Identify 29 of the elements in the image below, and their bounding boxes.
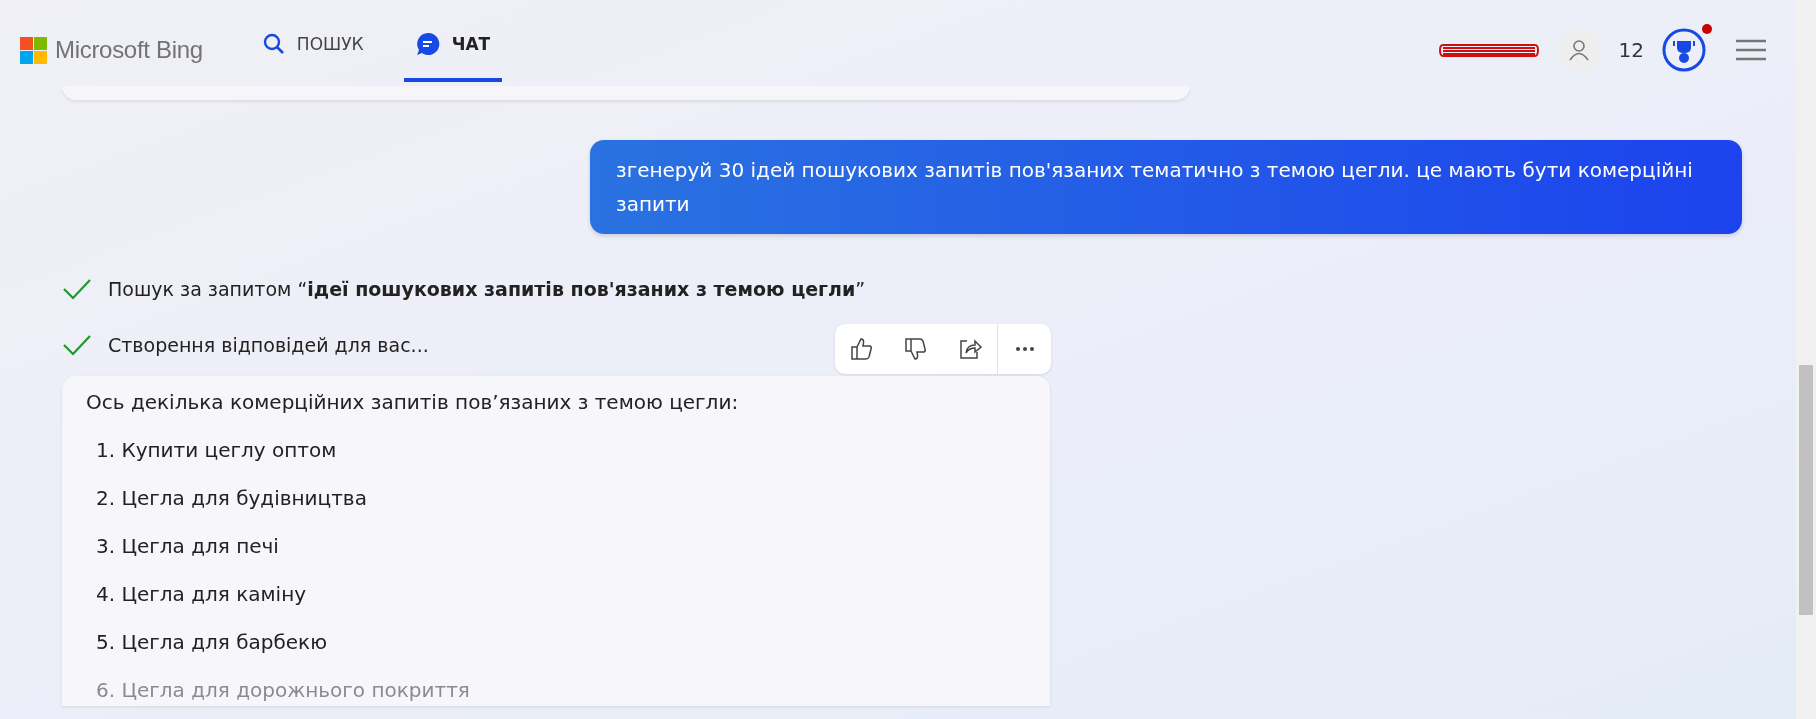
thumbs-up-icon (850, 337, 874, 361)
scrollbar-thumb[interactable] (1799, 365, 1813, 615)
profile-button[interactable] (1556, 28, 1601, 72)
thumbs-down-icon (904, 337, 928, 361)
logo-text[interactable]: Microsoft Bing (55, 36, 203, 64)
nav-tab[interactable]: ЧАТ (403, 0, 503, 82)
checkmark-icon (62, 334, 92, 356)
more-icon (1014, 346, 1035, 352)
progress-text: Пошук за запитом “ідеї пошукових запитів пов'язаних з темою цегли” (108, 278, 866, 300)
list-item: 6. Цегла для дорожнього покриття (96, 678, 471, 702)
list-item: 1. Купити цеглу оптом (96, 438, 338, 462)
trophy-icon[interactable] (1662, 28, 1706, 72)
user-message: згенеруй 30 ідей пошукових запитів пов'язаних тематично з темою цегли. це мають бути комерційні запити (590, 140, 1742, 234)
answer-intro: Ось декілька комерційних запитів пов’язаних з темою цегли: (86, 390, 740, 414)
list-item: 2. Цегла для будівництва (96, 486, 368, 510)
chat-icon (415, 32, 440, 56)
list-item: 5. Цегла для барбекю (96, 630, 328, 654)
list-item: 3. Цегла для печі (96, 534, 280, 558)
points-count: 12 (1618, 38, 1644, 62)
search-icon (262, 33, 285, 55)
logo-icon (20, 36, 47, 64)
nav-tab[interactable]: ПОШУК (250, 0, 376, 82)
user-icon (1568, 39, 1589, 61)
share-icon (958, 337, 982, 361)
list-item: 4. Цегла для каміну (96, 582, 308, 606)
scrollbar[interactable] (1796, 0, 1816, 719)
progress-text: Створення відповідей для вас... (108, 334, 429, 356)
checkmark-icon (62, 278, 92, 300)
menu-icon[interactable] (1736, 39, 1766, 61)
